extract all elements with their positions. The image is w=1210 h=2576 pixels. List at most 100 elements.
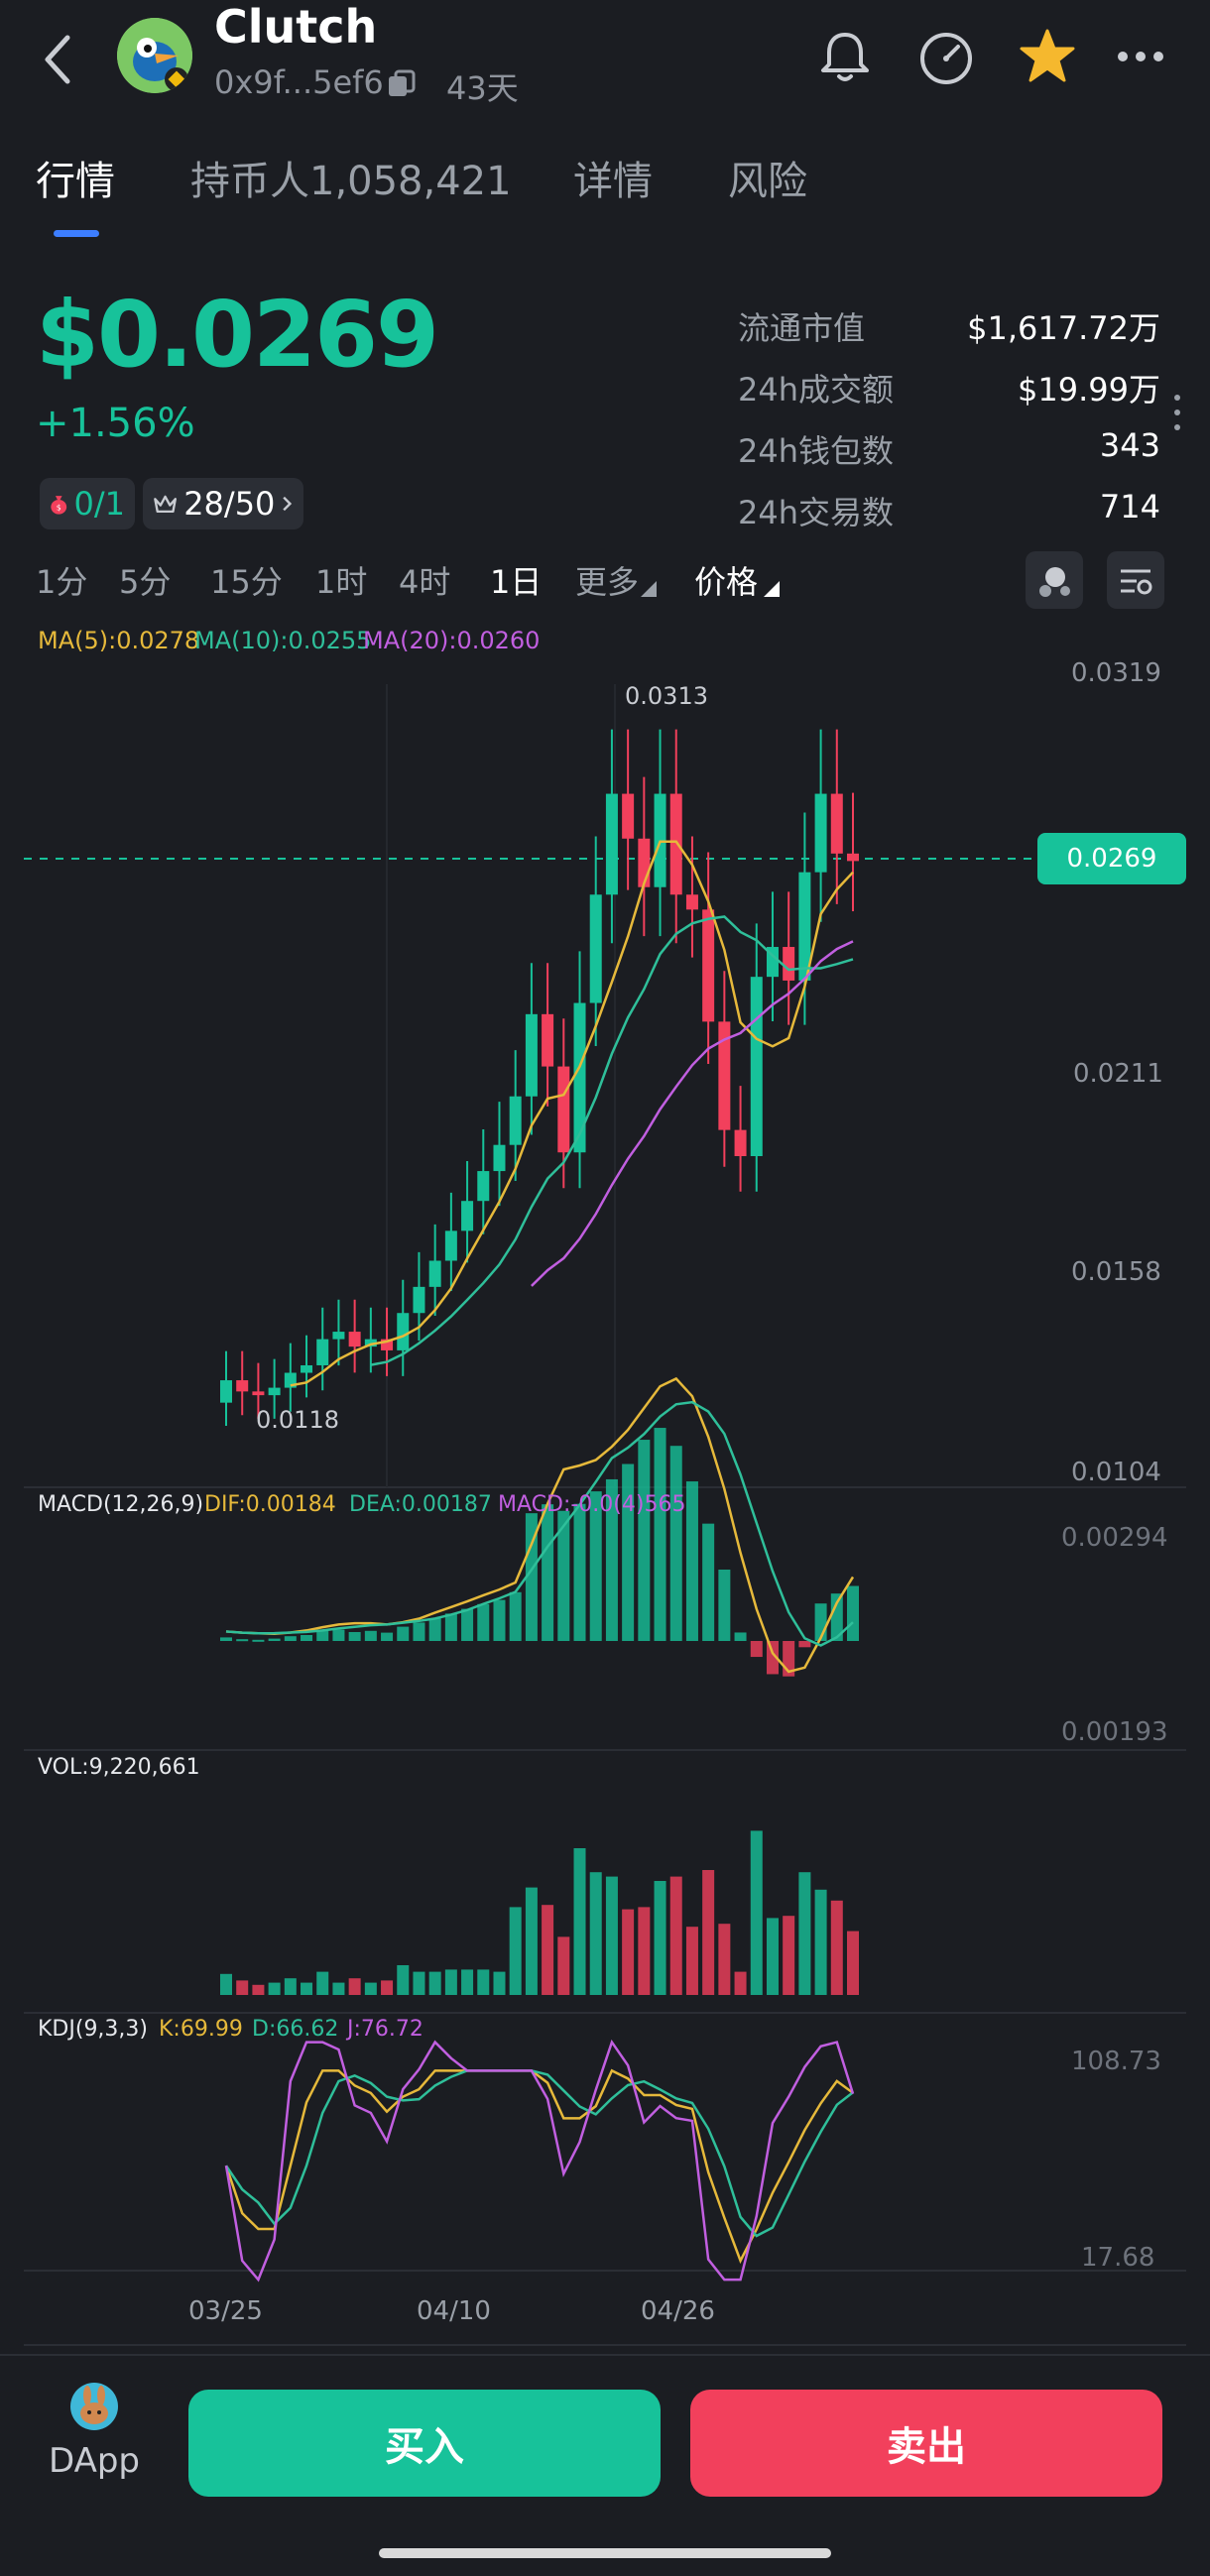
more-icon[interactable] xyxy=(1109,25,1172,88)
volume-bar xyxy=(542,1905,554,1995)
price-tick: 0.0104 xyxy=(1071,1458,1161,1487)
macd-bar xyxy=(685,1481,698,1641)
current-price-tag: 0.0269 xyxy=(1037,833,1186,884)
svg-text:$: $ xyxy=(57,504,61,513)
tab-holders[interactable]: 持币人1,058,421 xyxy=(190,149,512,206)
volume-bar xyxy=(397,1965,410,1995)
volume-bar xyxy=(301,1982,313,1995)
macd-bars xyxy=(220,1428,859,1677)
volume-bar xyxy=(509,1907,522,1995)
candle-body xyxy=(685,894,698,910)
crown-icon xyxy=(154,495,178,514)
tf-15m[interactable]: 15分 xyxy=(210,557,283,603)
volume-bar xyxy=(798,1872,811,1995)
volume-bar xyxy=(734,1971,747,1995)
volume-bar xyxy=(605,1876,618,1995)
volume-bar xyxy=(316,1971,329,1995)
volume-bar xyxy=(477,1969,490,1995)
tab-details[interactable]: 详情 xyxy=(573,149,653,206)
tf-more[interactable]: 更多 xyxy=(575,557,639,603)
tf-1m[interactable]: 1分 xyxy=(36,557,87,603)
macd-bar xyxy=(413,1622,425,1641)
moneybag-value: 0/1 xyxy=(73,485,126,523)
stat-value: $19.99万 xyxy=(1018,371,1160,409)
token-age: 43天 xyxy=(446,69,519,107)
volume-bar xyxy=(348,1978,361,1995)
macd-bar xyxy=(236,1639,249,1642)
candle-body xyxy=(477,1171,490,1202)
candles xyxy=(220,729,859,1427)
macd-bar xyxy=(669,1446,682,1641)
candle-body xyxy=(461,1201,474,1231)
tab-risk[interactable]: 风险 xyxy=(728,149,807,206)
macd-bar xyxy=(268,1638,281,1641)
candle-body xyxy=(493,1144,506,1172)
date-tick: 04/26 xyxy=(641,2296,715,2326)
candle-body xyxy=(702,909,715,1022)
moneybag-chip[interactable]: $ 0/1 xyxy=(40,478,135,529)
macd-bar xyxy=(573,1503,586,1641)
bell-icon[interactable] xyxy=(813,25,877,88)
volume-bar xyxy=(847,1931,859,1995)
candle-body xyxy=(750,977,763,1156)
macd-bar xyxy=(622,1464,635,1641)
candle-body xyxy=(268,1387,281,1396)
volume-bar xyxy=(573,1848,586,1995)
tf-price[interactable]: 价格 xyxy=(694,557,758,603)
tf-4h[interactable]: 4时 xyxy=(399,557,450,603)
kdj-j: J:76.72 xyxy=(347,2017,424,2042)
macd-bar xyxy=(509,1591,522,1641)
stat-label: 24h交易数 xyxy=(738,494,895,531)
macd-bar xyxy=(750,1641,763,1658)
candle-body xyxy=(783,947,795,981)
tf-1d[interactable]: 1日 xyxy=(490,557,542,603)
chart-settings[interactable] xyxy=(1107,551,1164,609)
candle-body xyxy=(236,1380,249,1392)
volume-bar xyxy=(284,1978,297,1995)
stat-value: $1,617.72万 xyxy=(967,309,1160,347)
volume-bar xyxy=(766,1918,779,1995)
tab-market[interactable]: 行情 xyxy=(36,149,115,206)
dapp-button[interactable]: DApp xyxy=(40,2382,149,2481)
candle-body xyxy=(397,1313,410,1350)
candle-body xyxy=(316,1339,329,1365)
d-line xyxy=(224,2069,854,2238)
speedometer-icon[interactable] xyxy=(914,25,978,88)
crown-chip[interactable]: 28/50 xyxy=(143,478,303,529)
back-icon[interactable] xyxy=(30,20,89,99)
volume-bar xyxy=(493,1971,506,1995)
macd-dif: DIF:0.00184 xyxy=(204,1492,336,1517)
candle-body xyxy=(830,793,843,854)
buy-button[interactable]: 买入 xyxy=(188,2390,661,2497)
candle-body xyxy=(428,1260,441,1287)
stat-value: 343 xyxy=(1099,426,1160,464)
chevron-right-icon xyxy=(283,496,293,512)
low-label: 0.0118 xyxy=(256,1406,339,1434)
star-icon[interactable] xyxy=(1016,25,1079,88)
ma5-line xyxy=(290,840,854,1387)
tf-1h[interactable]: 1时 xyxy=(315,557,367,603)
candle-body xyxy=(220,1380,232,1403)
vertical-dots-icon[interactable] xyxy=(1170,393,1184,432)
indicator-toggle[interactable] xyxy=(1026,551,1083,609)
volume-bar xyxy=(461,1969,474,1995)
macd-bar xyxy=(301,1635,313,1641)
price-tick: 0.0158 xyxy=(1071,1257,1161,1287)
macd-bar xyxy=(332,1629,345,1641)
macd-bar xyxy=(654,1428,666,1641)
candle-body xyxy=(509,1096,522,1145)
volume-bar xyxy=(268,1982,281,1995)
volume-bar xyxy=(830,1900,843,1995)
candle-body xyxy=(557,1066,570,1153)
macd-bar xyxy=(718,1570,731,1641)
copy-icon[interactable] xyxy=(387,69,417,99)
macd-bar xyxy=(734,1632,747,1641)
tf-5m[interactable]: 5分 xyxy=(119,557,171,603)
sell-button[interactable]: 卖出 xyxy=(690,2390,1162,2497)
settings-icon xyxy=(1121,569,1152,595)
macd-bar xyxy=(493,1599,506,1641)
macd-top: 0.00294 xyxy=(1061,1523,1168,1553)
dapp-label: DApp xyxy=(48,2441,140,2481)
volume-bar xyxy=(220,1973,232,1995)
candle-body xyxy=(589,894,602,1003)
